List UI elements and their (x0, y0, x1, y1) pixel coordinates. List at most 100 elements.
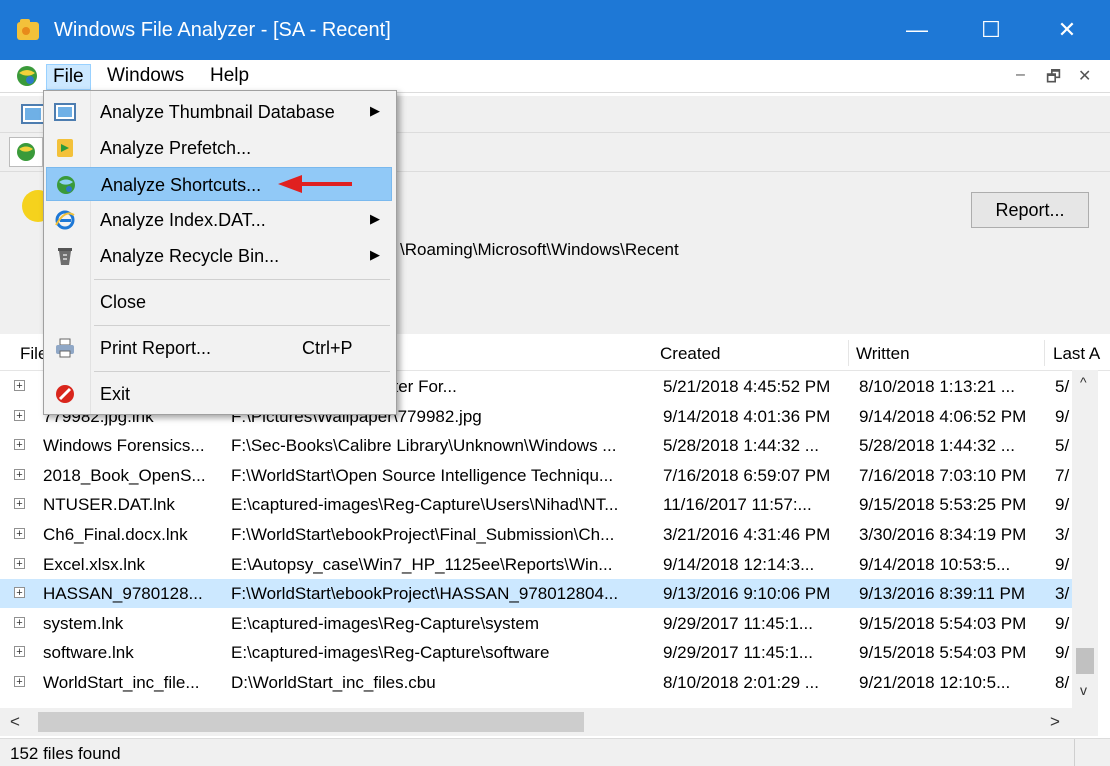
expand-icon[interactable]: + (14, 646, 25, 658)
cell-created: 11/16/2017 11:57:... (663, 495, 812, 515)
cell-file-name: 2018_Book_OpenS... (43, 465, 206, 485)
menu-item-shortcut: Ctrl+P (302, 338, 353, 358)
menu-item-analyze-prefetch[interactable]: Analyze Prefetch... (46, 131, 392, 165)
cell-target-path: F:\Sec-Books\Calibre Library\Unknown\Win… (231, 436, 617, 456)
menu-help[interactable]: Help (204, 64, 255, 88)
cell-created: 7/16/2018 6:59:07 PM (663, 465, 831, 485)
column-header-created[interactable]: Created (660, 344, 720, 364)
submenu-arrow-icon: ▶ (370, 103, 380, 118)
cell-file-name: Ch6_Final.docx.lnk (43, 525, 188, 544)
cell-written: 8/10/2018 1:13:21 ... (859, 377, 1015, 396)
table-row[interactable]: + system.lnk E:\captured-images\Reg-Captur… (0, 609, 1072, 638)
maximize-button[interactable]: ☐ (954, 0, 1028, 60)
menu-item-close[interactable]: Close (46, 285, 392, 319)
column-divider[interactable] (1044, 340, 1045, 366)
menu-separator (94, 325, 390, 326)
cell-created: 9/14/2018 4:01:36 PM (663, 406, 831, 426)
submenu-arrow-icon: ▶ (370, 211, 380, 226)
menu-separator (94, 371, 390, 372)
table-row[interactable]: + NTUSER.DAT.lnk E:\captured-images\Reg-Ca… (0, 490, 1072, 519)
scroll-up-arrow-icon[interactable]: ^ (1080, 374, 1087, 390)
menu-item-label: Analyze Index.DAT... (100, 210, 266, 230)
close-button[interactable]: ✕ (1030, 0, 1104, 60)
cell-last-accessed: 3/ (1055, 525, 1070, 544)
cell-written: 9/14/2018 10:53:5... (859, 554, 1011, 574)
table-row[interactable]: + Windows Forensics... F:\Sec-Books\Calibr… (0, 431, 1072, 460)
cell-written: 3/30/2016 8:34:19 PM (859, 525, 1027, 544)
vertical-scrollbar[interactable]: ^ v (1072, 370, 1098, 708)
menu-item-print-report[interactable]: Print Report... Ctrl+P (46, 331, 392, 365)
column-divider[interactable] (848, 340, 849, 366)
submenu-arrow-icon: ▶ (370, 247, 380, 262)
expand-icon[interactable]: + (14, 557, 25, 569)
prefetch-icon (57, 139, 73, 157)
cell-created: 5/28/2018 1:44:32 ... (663, 436, 819, 456)
cell-target-path: F:\WorldStart\Open Source Intelligence T… (231, 465, 614, 485)
expand-icon[interactable]: + (14, 468, 25, 480)
horizontal-scroll-thumb[interactable] (38, 712, 584, 732)
menu-item-analyze-thumbnail-database[interactable]: Analyze Thumbnail Database ▶ (46, 95, 392, 129)
menu-separator (94, 279, 390, 280)
column-header-written[interactable]: Written (856, 344, 910, 364)
recent-folder-path: \Roaming\Microsoft\Windows\Recent (400, 240, 679, 259)
thumbnail-db-icon (54, 103, 76, 121)
cell-written: 9/21/2018 12:10:5... (859, 673, 1011, 692)
cell-written: 9/14/2018 4:06:52 PM (859, 406, 1027, 426)
table-row[interactable]: + WorldStart_inc_file... D:\WorldStart_inc… (0, 668, 1072, 697)
scroll-down-arrow-icon[interactable]: v (1080, 682, 1087, 698)
expand-icon[interactable]: + (14, 528, 25, 540)
menu-windows[interactable]: Windows (101, 64, 190, 88)
menu-file[interactable]: File (46, 64, 91, 90)
title-bar: Windows File Analyzer - [SA - Recent] — … (0, 0, 1110, 60)
menu-item-analyze-recycle-bin[interactable]: Analyze Recycle Bin... ▶ (46, 239, 392, 273)
cell-created: 5/21/2018 4:45:52 PM (663, 377, 831, 396)
cell-last-accessed: 8/ (1055, 673, 1070, 692)
cell-created: 9/29/2017 11:45:1... (663, 643, 813, 663)
horizontal-scrollbar[interactable]: < > (0, 708, 1098, 736)
mdi-minimize-button[interactable]: – (1016, 66, 1025, 84)
expand-icon[interactable]: + (14, 380, 25, 392)
status-divider (1074, 739, 1075, 766)
scroll-right-arrow-icon[interactable]: > (1050, 712, 1060, 732)
table-row[interactable]: + Excel.xlsx.lnk E:\Autopsy_case\Win7_HP_1… (0, 550, 1072, 579)
cell-file-name: Excel.xlsx.lnk (43, 554, 146, 574)
expand-icon[interactable]: + (14, 676, 25, 688)
internet-explorer-icon (55, 210, 75, 230)
expand-icon[interactable]: + (14, 616, 25, 628)
table-row[interactable]: + Ch6_Final.docx.lnk F:\WorldStart\ebookPr… (0, 520, 1072, 549)
cell-written: 5/28/2018 1:44:32 ... (859, 436, 1015, 456)
report-button[interactable]: Report... (971, 192, 1089, 228)
cell-target-path: F:\WorldStart\ebookProject\Final_Submiss… (231, 525, 615, 544)
cell-target-path: E:\captured-images\Reg-Capture\Users\Nih… (231, 495, 619, 515)
table-row[interactable]: +2018_Book_OpenS... F:\WorldStart\Open So… (0, 461, 1072, 490)
mdi-close-button[interactable]: ✕ (1078, 66, 1091, 86)
cell-written: 9/15/2018 5:53:25 PM (859, 495, 1027, 515)
expand-icon[interactable]: + (14, 439, 25, 451)
minimize-button[interactable]: — (880, 0, 954, 60)
table-row[interactable]: + software.lnk E:\captured-images\Reg-Capt… (0, 638, 1072, 667)
cell-file-name: WorldStart_inc_file... (43, 673, 200, 692)
cell-file-name: software.lnk (43, 643, 134, 663)
menu-item-analyze-index-dat[interactable]: Analyze Index.DAT... ▶ (46, 203, 392, 237)
cell-target-path: D:\WorldStart_inc_files.cbu (231, 673, 436, 692)
mdi-restore-button[interactable]: 🗗 (1046, 66, 1061, 93)
expand-icon[interactable]: + (14, 587, 25, 599)
scroll-left-arrow-icon[interactable]: < (10, 712, 20, 732)
expand-icon[interactable]: + (14, 409, 25, 421)
vertical-scroll-thumb[interactable] (1076, 648, 1094, 674)
menu-item-label: Analyze Recycle Bin... (100, 246, 280, 266)
expand-icon[interactable]: + (14, 498, 25, 510)
table-row[interactable]: + HASSAN_9780128... F:\WorldStart\ebookPro… (0, 579, 1072, 609)
menu-item-label: Print Report... (100, 338, 212, 358)
cell-written: 9/15/2018 5:54:03 PM (859, 643, 1027, 663)
cell-last-accessed: 7/ (1055, 465, 1070, 485)
menu-item-exit[interactable]: Exit (46, 377, 392, 411)
column-header-last-accessed[interactable]: Last A (1053, 344, 1100, 364)
annotation-arrow-icon (278, 175, 352, 193)
cell-file-name: Windows Forensics... (43, 436, 205, 456)
cell-created: 9/29/2017 11:45:1... (663, 613, 813, 633)
cell-last-accessed: 9/ (1055, 554, 1070, 574)
cell-last-accessed: 9/ (1055, 406, 1070, 426)
app-globe-icon (17, 66, 37, 86)
shortcut-tool-button[interactable] (9, 137, 43, 167)
